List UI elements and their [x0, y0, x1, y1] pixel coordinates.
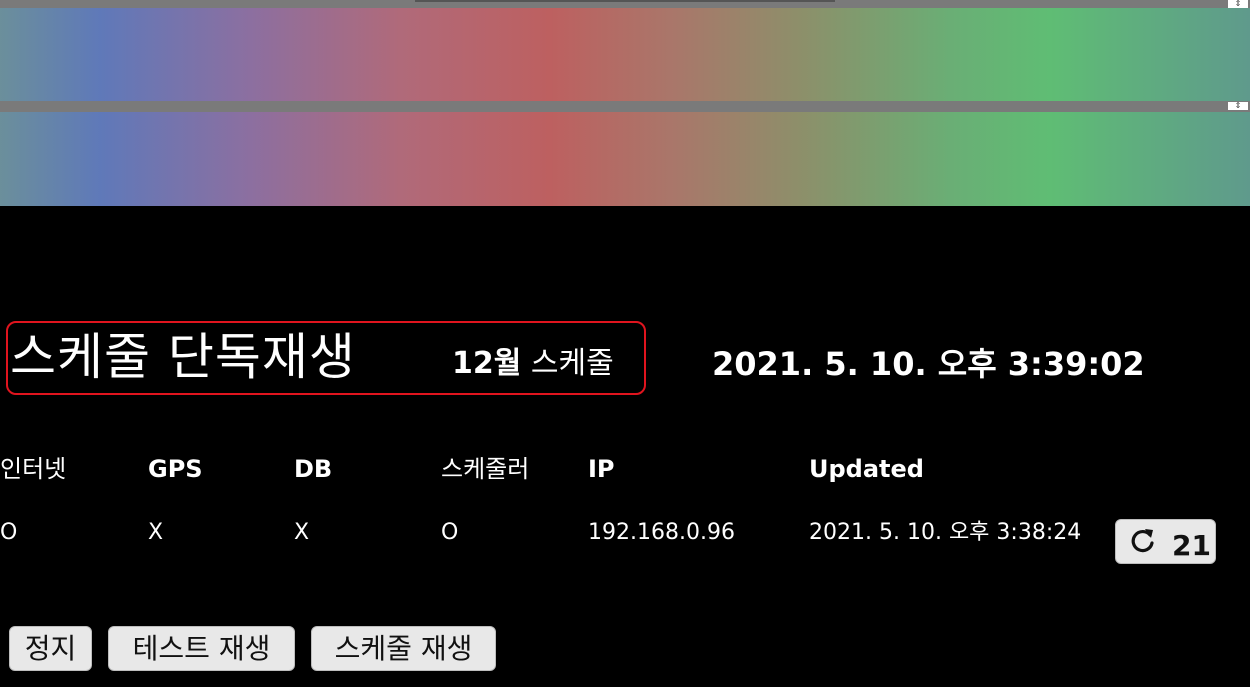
header-scheduler: 스케줄러	[441, 455, 530, 483]
schedule-month: 12월	[452, 346, 522, 381]
refresh-button[interactable]: 21	[1115, 519, 1216, 564]
value-ip: 192.168.0.96	[588, 520, 735, 545]
schedule-label: 스케줄	[530, 346, 614, 381]
value-scheduler: O	[441, 520, 459, 545]
resize-handle-icon[interactable]: ⇕	[1228, 102, 1248, 110]
header-internet: 인터넷	[0, 455, 67, 483]
header-db: DB	[294, 455, 333, 483]
value-gps: X	[148, 520, 164, 545]
top-divider	[0, 0, 1250, 8]
refresh-icon	[1131, 529, 1154, 553]
value-db: X	[294, 520, 310, 545]
header-ip: IP	[588, 455, 615, 483]
schedule-subtitle: 12월 스케줄	[452, 344, 614, 384]
header-updated: Updated	[809, 455, 924, 483]
page-title: 스케줄 단독재생	[10, 328, 356, 386]
band-divider	[0, 101, 1250, 112]
test-play-button[interactable]: 테스트 재생	[108, 626, 295, 671]
value-updated: 2021. 5. 10. 오후 3:38:24	[809, 520, 1082, 545]
schedule-play-button[interactable]: 스케줄 재생	[311, 626, 496, 671]
value-internet: O	[0, 520, 18, 545]
resize-handle-icon[interactable]: ⇕	[1228, 0, 1248, 8]
scroll-indicator	[415, 0, 835, 2]
refresh-count: 21	[1172, 529, 1211, 562]
gradient-preview-bottom	[0, 112, 1250, 206]
current-time: 2021. 5. 10. 오후 3:39:02	[712, 345, 1145, 383]
stop-button[interactable]: 정지	[9, 626, 92, 671]
header-gps: GPS	[148, 455, 203, 483]
gradient-preview-top	[0, 8, 1250, 101]
